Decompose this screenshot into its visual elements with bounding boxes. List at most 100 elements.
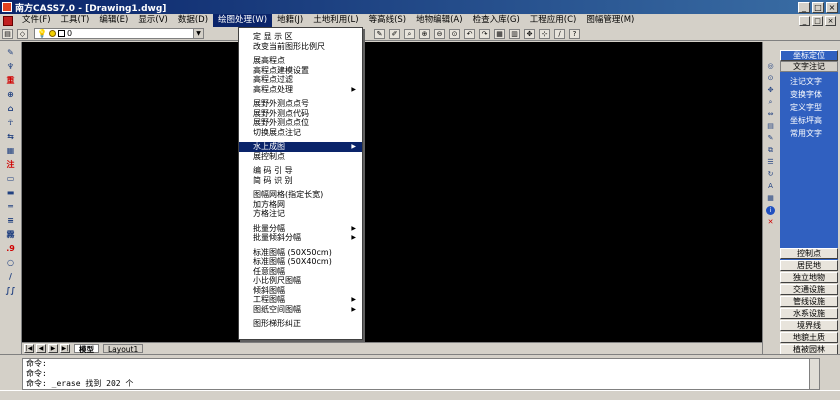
polyline-icon[interactable]: ∕ xyxy=(3,270,19,282)
menu-item-3[interactable]: 显示(V) xyxy=(133,14,172,27)
zoom-extents-icon[interactable]: ⊙ xyxy=(449,29,460,39)
menu-option[interactable]: 改变当前图形比例尺 xyxy=(239,42,362,52)
menu-item-0[interactable]: 文件(F) xyxy=(17,14,56,27)
command-scrollbar[interactable] xyxy=(809,359,819,389)
menu-option[interactable]: 高程点过滤 xyxy=(239,75,362,85)
menu-item-5[interactable]: 绘图处理(W) xyxy=(213,14,273,27)
menu-option[interactable]: 高程点建模设置 xyxy=(239,66,362,76)
mdi-close-button[interactable]: × xyxy=(825,15,836,26)
search-icon[interactable]: ⌕ xyxy=(765,98,776,107)
layer-state-icon[interactable]: ◇ xyxy=(17,28,28,39)
prev-tab-icon[interactable]: ◀ xyxy=(36,343,46,353)
menu-option[interactable]: 加方格网 xyxy=(239,200,362,210)
category-button[interactable]: 控制点 xyxy=(780,248,838,259)
annotation-list-item[interactable]: 常用文字 xyxy=(780,127,838,140)
category-button[interactable]: 地貌土质 xyxy=(780,332,838,343)
menu-option[interactable]: 批量分幅 ▶ xyxy=(239,224,362,234)
info-icon[interactable]: i xyxy=(766,206,775,215)
redo-icon[interactable]: ↷ xyxy=(479,29,490,39)
menu-option[interactable]: 展控制点 xyxy=(239,152,362,162)
category-button[interactable]: 独立地物 xyxy=(780,272,838,283)
snap-icon[interactable]: ⊹ xyxy=(539,29,550,39)
menu-item-11[interactable]: 工程应用(C) xyxy=(525,14,582,27)
zoom-icon[interactable]: ⊙ xyxy=(765,74,776,83)
delete-icon[interactable]: ✕ xyxy=(765,218,776,227)
drawing-canvas[interactable] xyxy=(22,42,762,342)
category-button[interactable]: 居民地 xyxy=(780,260,838,271)
menu-option[interactable]: 展野外测点代码 xyxy=(239,109,362,119)
menu-option[interactable]: 切换展点注记 xyxy=(239,128,362,138)
menu-item-10[interactable]: 检查入库(G) xyxy=(468,14,525,27)
layer-icon[interactable]: ▤ xyxy=(765,122,776,131)
node-icon[interactable]: ⊕ xyxy=(3,88,19,100)
menu-item-1[interactable]: 工具(T) xyxy=(56,14,95,27)
chevron-down-icon[interactable]: ▼ xyxy=(193,29,203,38)
menu-item-8[interactable]: 等高线(S) xyxy=(364,14,412,27)
traverse-icon[interactable]: ⇆ xyxy=(3,130,19,142)
line-tool-icon[interactable]: ∕ xyxy=(554,29,565,39)
annotation-list-item[interactable]: 坐标坪高 xyxy=(780,114,838,127)
annotation-list-item[interactable]: 变换字体 xyxy=(780,88,838,101)
tree-icon[interactable]: ☥ xyxy=(3,116,19,128)
tab-model[interactable]: 模型 xyxy=(74,343,99,354)
category-button[interactable]: 境界线 xyxy=(780,320,838,331)
copy-icon[interactable]: ⧉ xyxy=(765,146,776,155)
menu-option[interactable]: 简 码 识 别 xyxy=(239,176,362,186)
menu-option[interactable]: 图幅网格(指定长宽) xyxy=(239,190,362,200)
layer-select[interactable]: 💡 0 ▼ xyxy=(34,28,204,39)
house-icon[interactable]: ⌂ xyxy=(3,102,19,114)
line-icon[interactable]: ▬ xyxy=(3,186,19,198)
menu-option[interactable]: 标准图幅 (50X40cm) xyxy=(239,257,362,267)
last-tab-icon[interactable]: ▶| xyxy=(60,343,70,353)
next-tab-icon[interactable]: ▶ xyxy=(48,343,58,353)
annotation-list-item[interactable]: 注记文字 xyxy=(780,75,838,88)
text-annotation-button[interactable]: 文字注记 xyxy=(780,61,838,72)
menu-option[interactable]: 倾斜图幅 xyxy=(239,286,362,296)
text-icon[interactable]: A xyxy=(765,182,776,191)
circle-icon[interactable]: ○ xyxy=(3,256,19,268)
grid-icon[interactable]: ▦ xyxy=(494,29,505,39)
edit-icon[interactable]: ✎ xyxy=(765,134,776,143)
draw-point-icon[interactable]: ✎ xyxy=(3,46,19,58)
menu-item-6[interactable]: 地籍(J) xyxy=(272,14,308,27)
height-point-icon[interactable]: .9 xyxy=(3,242,19,254)
menu-item-2[interactable]: 编辑(E) xyxy=(94,14,133,27)
measure-icon[interactable]: ⇔ xyxy=(765,110,776,119)
menu-option[interactable]: 图纸空间图幅 ▶ xyxy=(239,305,362,315)
menu-option[interactable]: 方格注记 xyxy=(239,209,362,219)
contour-icon[interactable]: ∫∫ xyxy=(3,284,19,296)
road-icon[interactable]: ≡ xyxy=(3,214,19,226)
table-icon[interactable]: ▥ xyxy=(509,29,520,39)
pan-icon[interactable]: ✥ xyxy=(765,86,776,95)
undo-icon[interactable]: ↶ xyxy=(464,29,475,39)
layer-manager-icon[interactable]: ▤ xyxy=(2,28,13,39)
category-button[interactable]: 水系设施 xyxy=(780,308,838,319)
menu-option[interactable]: 工程图幅 ▶ xyxy=(239,295,362,305)
maximize-button[interactable]: □ xyxy=(812,1,824,13)
menu-item-9[interactable]: 地物编辑(A) xyxy=(411,14,467,27)
menu-item-12[interactable]: 图幅管理(M) xyxy=(581,14,639,27)
menu-option[interactable]: 小比例尺图幅 xyxy=(239,276,362,286)
match-properties-icon[interactable]: ✐ xyxy=(389,29,400,39)
tab-layout1[interactable]: Layout1 xyxy=(103,343,144,354)
category-button[interactable]: 管线设施 xyxy=(780,296,838,307)
menu-option[interactable]: 任意图幅 xyxy=(239,267,362,277)
refresh-icon[interactable]: ↻ xyxy=(765,170,776,179)
symbol-icon[interactable]: ♆ xyxy=(3,60,19,72)
mdi-minimize-button[interactable]: _ xyxy=(799,15,810,26)
elevation-icon[interactable]: 霧 xyxy=(3,228,19,240)
menu-option[interactable]: 定 显 示 区 xyxy=(239,32,362,42)
command-history[interactable]: 命令: 命令: 命令: _erase 找到 202 个 xyxy=(22,358,820,390)
menu-option[interactable]: 图形梯形纠正 xyxy=(239,319,362,329)
menu-option[interactable]: 水上成图 ▶ xyxy=(239,142,362,152)
menu-option[interactable]: 标准图幅 (50X50cm) xyxy=(239,248,362,258)
menu-option[interactable]: 展高程点 xyxy=(239,56,362,66)
menu-option[interactable]: 高程点处理 ▶ xyxy=(239,85,362,95)
move-icon[interactable]: ✥ xyxy=(524,29,535,39)
menu-item-7[interactable]: 土地利用(L) xyxy=(308,14,363,27)
minimize-button[interactable]: _ xyxy=(798,1,810,13)
menu-option[interactable]: 批量倾斜分幅 ▶ xyxy=(239,233,362,243)
annotation-list-item[interactable]: 定义字型 xyxy=(780,101,838,114)
rectangle-icon[interactable]: ▭ xyxy=(3,172,19,184)
menu-option[interactable]: 编 码 引 导 xyxy=(239,166,362,176)
